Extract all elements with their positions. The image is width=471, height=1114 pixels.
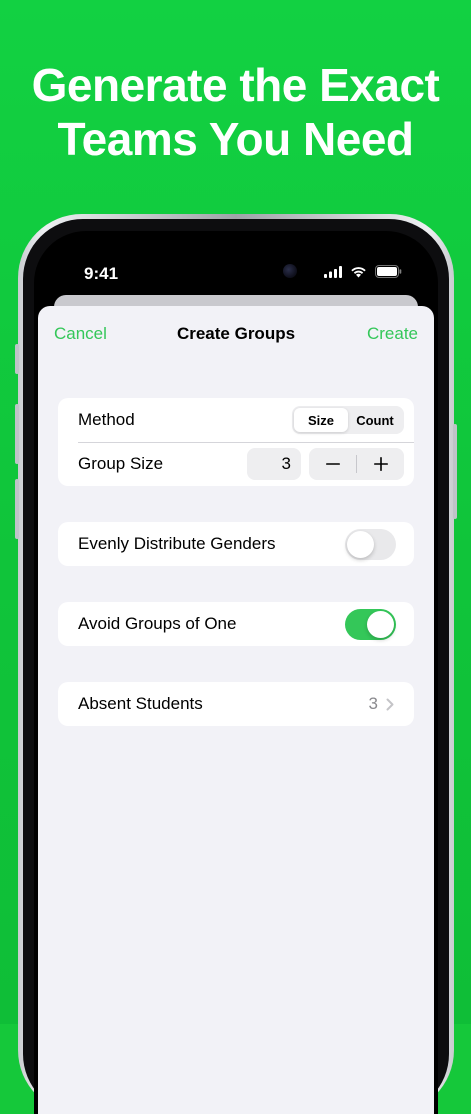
status-time: 9:41 xyxy=(84,264,119,283)
group-size-row: Group Size 3 xyxy=(58,442,414,486)
create-groups-sheet: Cancel Create Groups Create Method Size … xyxy=(38,306,434,1114)
distribute-genders-label: Evenly Distribute Genders xyxy=(78,534,276,553)
method-option-size[interactable]: Size xyxy=(294,408,348,432)
avoid-groups-of-one-label: Avoid Groups of One xyxy=(78,614,237,633)
headline-line-1: Generate the Exact xyxy=(31,59,440,111)
phone-frame: 9:41 Cancel Create Groups Create Method … xyxy=(15,214,457,1114)
dynamic-island xyxy=(185,253,309,289)
genders-group: Evenly Distribute Genders xyxy=(58,522,414,566)
absent-students-row[interactable]: Absent Students 3 xyxy=(58,682,414,726)
increment-button[interactable] xyxy=(357,448,404,480)
phone-screen: 9:41 Cancel Create Groups Create Method … xyxy=(34,231,438,1114)
minus-icon xyxy=(325,463,340,465)
method-segmented-control: Size Count xyxy=(292,406,404,434)
absent-students-label: Absent Students xyxy=(78,694,203,713)
toggle-knob xyxy=(347,530,374,558)
distribute-genders-row: Evenly Distribute Genders xyxy=(58,522,414,566)
plus-icon xyxy=(373,457,388,471)
status-icons xyxy=(324,265,402,278)
distribute-genders-toggle[interactable] xyxy=(345,528,396,560)
group-size-label: Group Size xyxy=(78,454,164,473)
groups-of-one-group: Avoid Groups of One xyxy=(58,602,414,646)
wifi-icon xyxy=(351,266,366,277)
group-size-stepper xyxy=(309,448,404,480)
absent-students-count: 3 xyxy=(368,694,378,713)
cellular-signal-icon xyxy=(324,265,342,278)
battery-icon xyxy=(375,265,402,278)
absent-students-group: Absent Students 3 xyxy=(58,682,414,726)
headline-line-2: Teams You Need xyxy=(57,113,414,165)
action-button xyxy=(15,344,19,374)
group-size-field[interactable]: 3 xyxy=(247,448,301,480)
method-option-count[interactable]: Count xyxy=(348,408,402,432)
volume-up-button xyxy=(15,404,19,464)
avoid-groups-of-one-row: Avoid Groups of One xyxy=(58,602,414,646)
power-button xyxy=(453,424,457,519)
method-group: Method Size Count Group Size 3 xyxy=(58,398,414,486)
create-button[interactable]: Create xyxy=(367,324,418,344)
toggle-knob xyxy=(367,610,394,638)
decrement-button[interactable] xyxy=(309,448,356,480)
chevron-right-icon xyxy=(386,698,394,710)
nav-bar: Cancel Create Groups Create xyxy=(38,306,434,364)
method-label: Method xyxy=(78,410,135,429)
avoid-groups-of-one-toggle[interactable] xyxy=(345,608,396,640)
volume-down-button xyxy=(15,479,19,539)
method-row: Method Size Count xyxy=(58,398,414,442)
front-camera-icon xyxy=(283,264,297,278)
phone-bezel: 9:41 Cancel Create Groups Create Method … xyxy=(23,219,449,1114)
marketing-headline: Generate the Exact Teams You Need xyxy=(0,58,471,166)
